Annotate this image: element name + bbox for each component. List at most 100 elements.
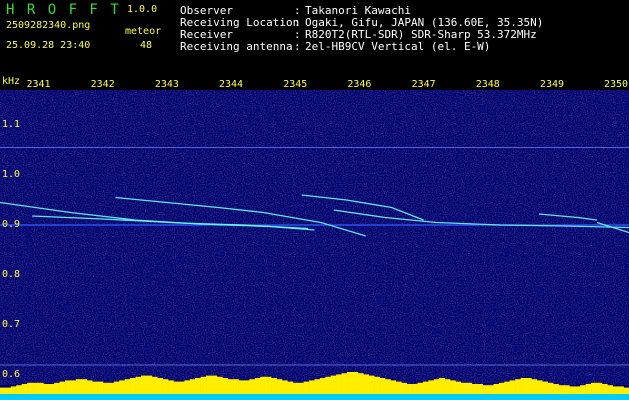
y-tick-label: 0.9 bbox=[2, 219, 21, 230]
activity-bar bbox=[623, 387, 629, 394]
y-axis-unit: kHz bbox=[2, 76, 21, 87]
activity-bar bbox=[0, 387, 6, 394]
activity-bar bbox=[395, 381, 402, 394]
activity-bar bbox=[319, 378, 326, 394]
activity-bar bbox=[222, 378, 229, 394]
activity-bar bbox=[195, 378, 201, 394]
activity-bar bbox=[455, 381, 462, 394]
activity-bar bbox=[580, 385, 586, 394]
activity-bar bbox=[216, 376, 223, 394]
activity-bar bbox=[103, 382, 109, 394]
activity-bar bbox=[157, 378, 163, 394]
activity-bar bbox=[21, 384, 28, 394]
activity-bar bbox=[482, 385, 489, 394]
app-name: H R O F F T bbox=[6, 2, 121, 18]
activity-bar bbox=[32, 382, 39, 394]
activity-baseline bbox=[0, 393, 629, 400]
x-tick-label: 2348 bbox=[475, 79, 500, 90]
activity-bar bbox=[531, 379, 538, 394]
activity-bar bbox=[314, 379, 321, 394]
activity-bar bbox=[271, 378, 277, 394]
x-tick-label: 2342 bbox=[90, 79, 115, 90]
station-sep: : bbox=[294, 16, 301, 29]
activity-bar bbox=[227, 379, 234, 394]
activity-bar bbox=[140, 375, 147, 394]
station-sep: : bbox=[294, 28, 301, 41]
station-value-receiver: R820T2(RTL-SDR) SDR-Sharp 53.372MHz bbox=[305, 28, 537, 41]
spectrogram bbox=[0, 90, 629, 400]
activity-bar bbox=[368, 375, 375, 394]
activity-bar bbox=[330, 375, 337, 394]
activity-bar bbox=[244, 380, 250, 394]
activity-bar bbox=[542, 381, 548, 394]
y-tick-label: 1.0 bbox=[2, 169, 21, 180]
station-key-receiver: Receiver bbox=[180, 28, 233, 41]
x-tick-label: 2350 bbox=[603, 79, 629, 90]
activity-bar bbox=[352, 372, 359, 394]
activity-bar bbox=[558, 385, 565, 394]
activity-bar bbox=[173, 381, 180, 394]
activity-bar bbox=[493, 384, 500, 394]
activity-bar bbox=[135, 376, 142, 394]
activity-bar bbox=[569, 386, 576, 394]
station-sep: : bbox=[294, 4, 301, 17]
activity-bar bbox=[206, 375, 212, 394]
activity-bar bbox=[54, 382, 60, 394]
activity-bar bbox=[260, 376, 266, 394]
activity-bar bbox=[607, 385, 614, 394]
activity-bar bbox=[309, 380, 315, 394]
activity-bar bbox=[450, 380, 456, 394]
activity-bar bbox=[200, 376, 207, 394]
activity-bar bbox=[254, 378, 261, 394]
activity-bar bbox=[151, 376, 158, 394]
activity-bar bbox=[379, 378, 386, 394]
activity-bar bbox=[292, 382, 299, 394]
x-tick-label: 2341 bbox=[26, 79, 51, 90]
activity-bar bbox=[130, 378, 136, 394]
file-name: 2509282340.png bbox=[6, 20, 91, 31]
activity-bar bbox=[287, 381, 294, 394]
activity-bar bbox=[536, 380, 543, 394]
activity-bar bbox=[124, 379, 131, 394]
x-tick-label: 2343 bbox=[154, 79, 179, 90]
y-tick-label: 0.6 bbox=[2, 369, 21, 380]
activity-bar bbox=[563, 385, 570, 394]
activity-bar bbox=[65, 380, 71, 394]
y-tick-label: 0.8 bbox=[2, 269, 21, 280]
activity-bar bbox=[498, 382, 505, 394]
activity-bar bbox=[146, 375, 153, 394]
activity-bar bbox=[460, 382, 467, 394]
activity-bar bbox=[276, 379, 283, 394]
activity-bar bbox=[406, 384, 413, 394]
activity-bar bbox=[412, 384, 418, 394]
x-tick-label: 2345 bbox=[283, 79, 308, 90]
activity-bar bbox=[10, 386, 17, 394]
activity-bar bbox=[417, 382, 424, 394]
x-tick-label: 2344 bbox=[219, 79, 244, 90]
activity-bar bbox=[249, 379, 256, 394]
activity-bar bbox=[488, 385, 494, 394]
meteor-label: meteor bbox=[125, 26, 162, 37]
activity-bar bbox=[178, 381, 185, 394]
activity-bar bbox=[509, 380, 516, 394]
activity-bar bbox=[618, 386, 624, 394]
activity-bar bbox=[189, 379, 196, 394]
activity-bar bbox=[547, 382, 554, 394]
activity-bar bbox=[43, 384, 50, 394]
y-tick-label: 1.1 bbox=[2, 119, 21, 130]
activity-bar bbox=[444, 379, 451, 394]
activity-bar bbox=[357, 373, 364, 394]
activity-bar bbox=[59, 381, 66, 394]
spectrogram-noise bbox=[0, 90, 629, 385]
activity-bar bbox=[37, 382, 44, 394]
station-value-observer: Takanori Kawachi bbox=[305, 4, 411, 17]
activity-bar bbox=[70, 380, 77, 394]
activity-bar bbox=[97, 381, 104, 394]
activity-bar bbox=[347, 372, 353, 394]
activity-bar bbox=[374, 376, 380, 394]
activity-bar bbox=[27, 382, 33, 394]
activity-bar bbox=[5, 387, 12, 394]
activity-bar bbox=[113, 381, 120, 394]
activity-bar bbox=[238, 380, 245, 394]
activity-bar bbox=[16, 385, 22, 394]
